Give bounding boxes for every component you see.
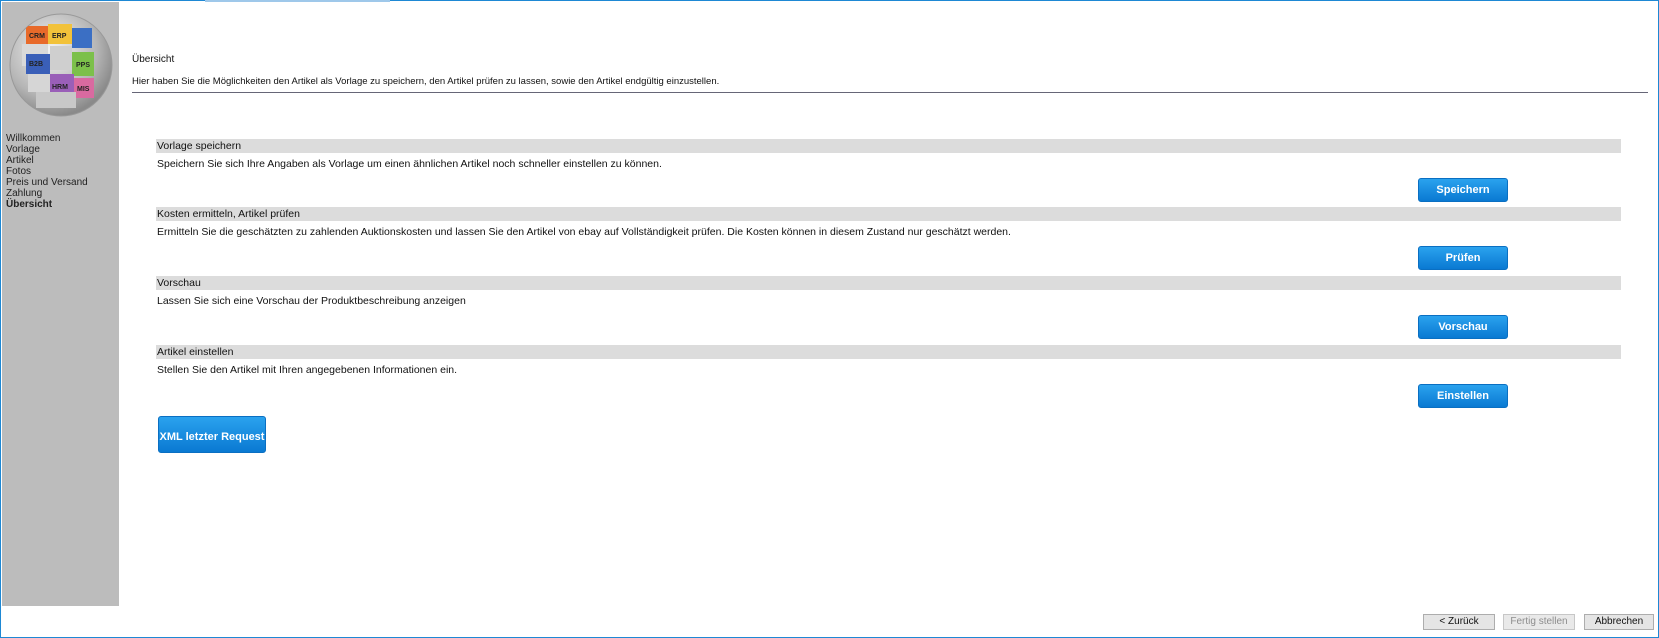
puzzle-globe-logo: CRM ERP B2B PPS HRM MIS [9,13,113,117]
svg-text:CRM: CRM [29,33,45,40]
xml-last-request-button[interactable]: XML letzter Request [158,416,266,453]
section-text-vorschau: Lassen Sie sich eine Vorschau der Produk… [157,295,466,307]
header-divider [132,92,1648,93]
section-header-vorschau: Vorschau [156,276,1621,290]
page-description: Hier haben Sie die Möglichkeiten den Art… [132,76,720,87]
top-accent-bar [205,0,390,2]
svg-text:ERP: ERP [52,33,67,40]
sidebar: CRM ERP B2B PPS HRM MIS Willkommen Vorla… [2,2,119,606]
check-button[interactable]: Prüfen [1418,246,1508,270]
section-text-vorlage-speichern: Speichern Sie sich Ihre Angaben als Vorl… [157,158,662,170]
section-header-vorlage-speichern: Vorlage speichern [156,139,1621,153]
back-button[interactable]: < Zurück [1423,614,1495,630]
nav-item-fotos[interactable]: Fotos [6,166,88,177]
section-header-artikel-einstellen: Artikel einstellen [156,345,1621,359]
nav-item-zahlung[interactable]: Zahlung [6,188,88,199]
window-frame [0,0,1659,638]
page-title: Übersicht [132,54,175,65]
preview-button[interactable]: Vorschau [1418,315,1508,339]
section-text-kosten-ermitteln: Ermitteln Sie die geschätzten zu zahlend… [157,226,1011,238]
nav-item-preis-und-versand[interactable]: Preis und Versand [6,177,88,188]
cancel-button[interactable]: Abbrechen [1584,614,1654,630]
nav-item-artikel[interactable]: Artikel [6,155,88,166]
list-item-button[interactable]: Einstellen [1418,384,1508,408]
finish-button[interactable]: Fertig stellen [1503,614,1575,630]
svg-text:B2B: B2B [29,61,43,68]
wizard-nav: Willkommen Vorlage Artikel Fotos Preis u… [6,133,88,210]
section-header-kosten-ermitteln: Kosten ermitteln, Artikel prüfen [156,207,1621,221]
nav-item-vorlage[interactable]: Vorlage [6,144,88,155]
svg-text:HRM: HRM [52,84,68,91]
svg-text:MIS: MIS [77,86,90,93]
svg-text:PPS: PPS [76,62,90,69]
nav-item-willkommen[interactable]: Willkommen [6,133,88,144]
save-button[interactable]: Speichern [1418,178,1508,202]
section-text-artikel-einstellen: Stellen Sie den Artikel mit Ihren angege… [157,364,458,376]
nav-item-uebersicht[interactable]: Übersicht [6,199,88,210]
